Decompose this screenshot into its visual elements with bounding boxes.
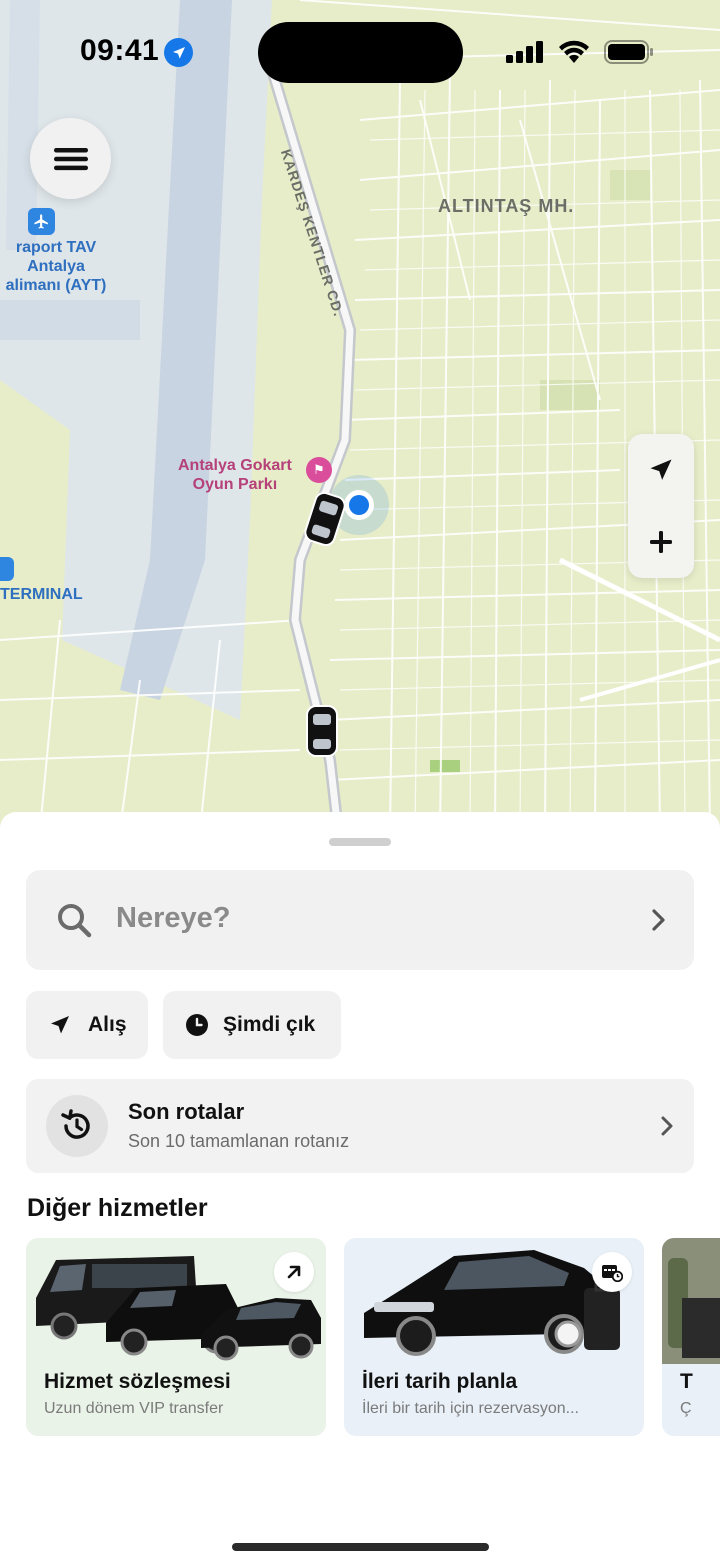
poi-label-line: Antalya Gokart [178,457,292,474]
departure-time-label: Şimdi çık [223,1013,316,1036]
zoom-in-button[interactable] [628,506,694,578]
home-indicator[interactable] [232,1543,489,1551]
airport-icon [28,208,55,235]
navigation-arrow-icon [51,1016,69,1034]
service-card-subtitle: İleri bir tarih için rezervasyon... [362,1400,579,1417]
status-icons [506,40,654,64]
bottom-sheet: Nereye? Alış Şimdi çık Son rotalar Son 1… [0,812,720,1565]
status-time: 09:41 [80,34,160,67]
sheet-grabber[interactable] [329,838,391,846]
arrow-up-right-icon [274,1252,314,1292]
map-controls [628,434,694,578]
flag-icon[interactable]: ⚑ [306,457,332,483]
zoom-in-plus-icon [650,531,672,553]
airport-label-line: alimanı (AYT) [5,277,107,294]
destination-search[interactable]: Nereye? [26,870,694,970]
search-placeholder: Nereye? [116,902,231,934]
recenter-button[interactable] [628,434,694,506]
clock-icon [186,1014,208,1036]
service-card-title: Hizmet sözleşmesi [44,1370,231,1393]
terminal-label: TERMINAL [0,586,83,603]
cellular-signal-icon [506,41,543,63]
airport-label: raport TAV Antalya alimanı (AYT) [0,238,112,295]
terminal-icon [0,557,14,581]
recent-routes-subtitle: Son 10 tamamlanan rotanız [128,1131,350,1151]
service-card-schedule[interactable]: İleri tarih planla İleri bir tarih için … [344,1238,644,1436]
chevron-right-icon [661,1116,673,1136]
battery-icon [604,40,653,64]
menu-button[interactable] [30,118,111,199]
location-arrow-icon [164,38,193,67]
pickup-chip-label: Alış [88,1013,127,1036]
chevron-right-icon [652,909,665,931]
recenter-arrow-icon [650,459,672,480]
service-card-subtitle: Uzun dönem VIP transfer [44,1400,224,1417]
service-card-subtitle: Ç [680,1400,692,1417]
recent-routes-title: Son rotalar [128,1099,245,1124]
recent-routes-row[interactable]: Son rotalar Son 10 tamamlanan rotanız [26,1079,694,1173]
service-card-partial[interactable]: T Ç [662,1238,720,1436]
service-card-title: İleri tarih planla [362,1370,518,1393]
poi-label[interactable]: Antalya Gokart Oyun Parkı [178,456,292,494]
service-card-contract[interactable]: Hizmet sözleşmesi Uzun dönem VIP transfe… [26,1238,326,1436]
history-icon [61,1109,90,1139]
poi-label-line: Oyun Parkı [192,476,278,493]
airport-label-line: Antalya [27,258,85,275]
map-view[interactable]: ALTINTAŞ MH. KARDEŞ KENTLER CD. raport T… [0,0,720,830]
wifi-icon [559,40,589,63]
district-label: ALTINTAŞ MH. [438,196,575,216]
search-icon [58,904,92,938]
dynamic-island [258,22,463,83]
service-card-title: T [680,1370,693,1393]
pickup-chip[interactable]: Alış [26,991,148,1059]
partial-card-image [662,1238,720,1364]
map-canvas [0,0,720,830]
history-icon-wrap [46,1095,108,1157]
calendar-clock-icon [592,1252,632,1292]
car-marker [306,705,338,757]
departure-time-chip[interactable]: Şimdi çık [163,991,341,1059]
hamburger-menu-icon [53,147,88,170]
airport-label-line: raport TAV [15,239,97,256]
other-services-heading: Diğer hizmetler [27,1194,208,1222]
